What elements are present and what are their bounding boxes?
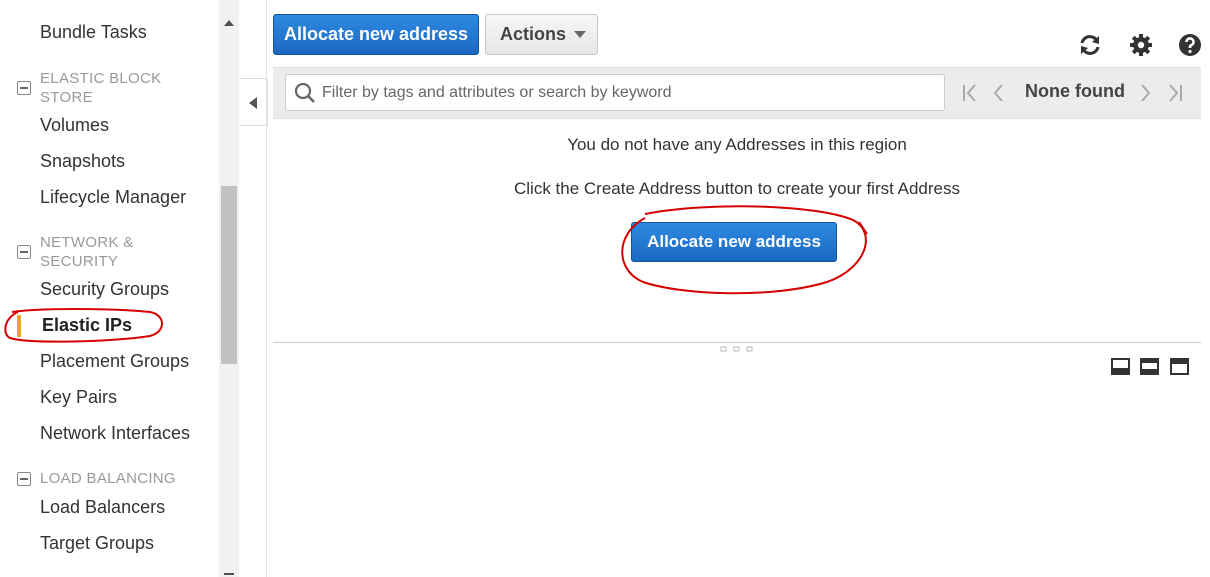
- sidebar-item-load-balancers[interactable]: Load Balancers: [40, 497, 165, 518]
- resize-grip-icon[interactable]: [720, 346, 754, 352]
- sidebar-item-security-groups[interactable]: Security Groups: [40, 279, 169, 300]
- sidebar-item-key-pairs[interactable]: Key Pairs: [40, 387, 117, 408]
- pager-status: None found: [1025, 81, 1125, 101]
- actions-label: Actions: [500, 24, 567, 44]
- scroll-down-arrow-icon[interactable]: [224, 573, 234, 575]
- chevron-down-icon: [574, 31, 587, 38]
- collapse-ebs-icon[interactable]: [17, 81, 31, 95]
- layout-top-icon[interactable]: [1170, 358, 1189, 375]
- refresh-icon[interactable]: [1078, 33, 1102, 57]
- layout-split-icon[interactable]: [1140, 358, 1159, 375]
- help-icon[interactable]: [1178, 33, 1202, 57]
- collapse-lb-icon[interactable]: [17, 472, 31, 486]
- sidebar-item-lifecycle-manager[interactable]: Lifecycle Manager: [40, 187, 186, 208]
- section-heading-ebs-line2: STORE: [40, 89, 93, 106]
- search-icon: [294, 82, 315, 103]
- actions-dropdown-button[interactable]: Actions: [485, 14, 598, 55]
- split-pane-divider[interactable]: [273, 342, 1201, 343]
- sidebar-scrollbar[interactable]: [219, 0, 239, 577]
- empty-state-hint: Click the Create Address button to creat…: [514, 179, 960, 198]
- section-heading-network: NETWORK & SECURITY: [40, 233, 134, 271]
- allocate-new-address-cta-button[interactable]: Allocate new address: [631, 222, 837, 262]
- sidebar-nav: Bundle Tasks ELASTIC BLOCK STORE Volumes…: [0, 0, 220, 577]
- first-page-icon[interactable]: [961, 81, 979, 105]
- section-heading-ebs: ELASTIC BLOCK STORE: [40, 69, 161, 107]
- allocate-new-address-button[interactable]: Allocate new address: [273, 14, 479, 55]
- sidebar-item-target-groups[interactable]: Target Groups: [40, 533, 154, 554]
- filter-bar: None found: [273, 67, 1201, 119]
- sidebar-item-volumes[interactable]: Volumes: [40, 115, 109, 136]
- sidebar-divider: [266, 0, 267, 577]
- collapse-sidebar-button[interactable]: [240, 78, 268, 126]
- sidebar-item-snapshots[interactable]: Snapshots: [40, 151, 125, 172]
- search-input[interactable]: [322, 75, 937, 110]
- collapse-network-icon[interactable]: [17, 245, 31, 259]
- gear-icon[interactable]: [1129, 33, 1153, 57]
- previous-page-icon[interactable]: [991, 81, 1005, 105]
- empty-state-message: You do not have any Addresses in this re…: [567, 135, 907, 154]
- section-heading-ebs-line1: ELASTIC BLOCK: [40, 70, 162, 87]
- layout-bottom-icon[interactable]: [1111, 358, 1130, 375]
- sidebar-item-elastic-ips[interactable]: Elastic IPs: [42, 315, 132, 336]
- search-box[interactable]: [285, 74, 945, 111]
- sidebar-item-network-interfaces[interactable]: Network Interfaces: [40, 423, 190, 444]
- next-page-icon[interactable]: [1139, 81, 1153, 105]
- sidebar-item-placement-groups[interactable]: Placement Groups: [40, 351, 189, 372]
- section-heading-lb: LOAD BALANCING: [40, 470, 176, 487]
- section-heading-network-line2: SECURITY: [40, 253, 119, 270]
- scrollbar-thumb[interactable]: [221, 186, 237, 364]
- scroll-up-arrow-icon[interactable]: [224, 20, 234, 26]
- section-heading-network-line1: NETWORK &: [40, 234, 134, 251]
- last-page-icon[interactable]: [1166, 81, 1184, 105]
- active-indicator: [17, 315, 21, 337]
- sidebar-item-bundle-tasks[interactable]: Bundle Tasks: [40, 22, 147, 43]
